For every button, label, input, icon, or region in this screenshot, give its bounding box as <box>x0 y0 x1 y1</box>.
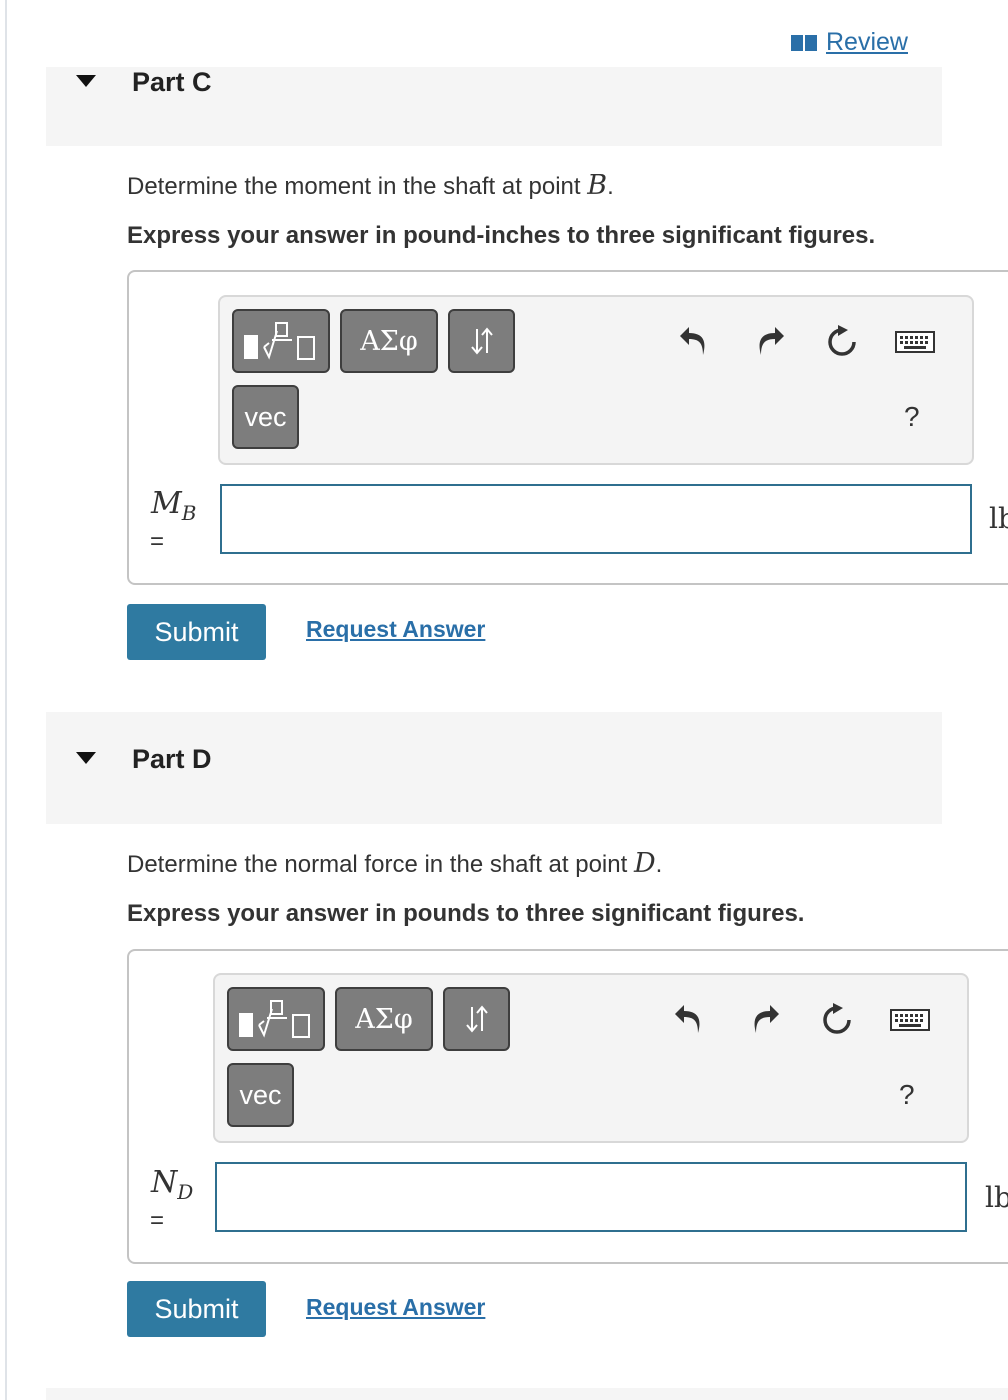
collapse-caret-icon[interactable] <box>76 752 96 764</box>
point-symbol: B <box>587 170 608 201</box>
reset-button[interactable] <box>817 1000 857 1040</box>
part-c-question: Determine the moment in the shaft at poi… <box>127 170 614 201</box>
redo-icon <box>754 1005 779 1033</box>
request-answer-link[interactable]: Request Answer <box>306 616 485 643</box>
question-period: . <box>655 851 663 878</box>
part-d-instruction: Express your answer in pounds to three s… <box>127 900 805 927</box>
reset-icon <box>823 1003 851 1034</box>
unit-label: lb <box>989 502 1008 535</box>
submit-button[interactable]: Submit <box>127 1281 266 1337</box>
vec-button[interactable]: vec <box>227 1063 294 1127</box>
redo-button[interactable] <box>750 322 790 362</box>
variable-subscript: B <box>181 501 197 525</box>
equals-sign: = <box>150 528 165 555</box>
templates-button[interactable] <box>232 309 330 373</box>
variable-symbol: N <box>151 1165 178 1200</box>
undo-button[interactable] <box>674 322 714 362</box>
part-d-header[interactable]: Part D <box>46 712 942 824</box>
undo-icon <box>675 1005 700 1033</box>
keyboard-button[interactable] <box>888 1000 932 1040</box>
templates-button[interactable] <box>227 987 325 1051</box>
part-c-header[interactable]: Part C <box>46 67 942 146</box>
redo-icon <box>759 327 784 355</box>
fraction-sqrt-icon <box>244 322 315 360</box>
greek-symbols-button[interactable]: ΑΣφ <box>335 987 433 1051</box>
request-answer-link[interactable]: Request Answer <box>306 1294 485 1321</box>
help-button[interactable]: ? <box>899 1079 915 1111</box>
part-d-question: Determine the normal force in the shaft … <box>127 848 662 879</box>
answer-input[interactable] <box>215 1162 967 1232</box>
undo-button[interactable] <box>669 1000 709 1040</box>
collapse-caret-icon[interactable] <box>76 75 96 87</box>
submit-button[interactable]: Submit <box>127 604 266 660</box>
left-border <box>5 0 7 1400</box>
question-text: Determine the moment in the shaft at poi… <box>127 173 581 200</box>
answer-input[interactable] <box>220 484 972 554</box>
keyboard-button[interactable] <box>893 322 937 362</box>
review-label[interactable]: Review <box>826 28 908 57</box>
up-down-arrows-icon <box>470 327 493 355</box>
unit-label: lb <box>985 1181 1008 1214</box>
point-symbol: D <box>633 848 656 879</box>
review-link[interactable]: Review <box>790 28 908 57</box>
variable-label: ND <box>151 1165 193 1204</box>
keyboard-icon <box>895 331 935 353</box>
question-period: . <box>607 173 614 200</box>
fraction-sqrt-icon <box>239 1000 310 1038</box>
greek-symbols-button[interactable]: ΑΣφ <box>340 309 438 373</box>
variable-symbol: M <box>151 486 182 521</box>
math-toolbar: ΑΣφ vec ? <box>213 973 969 1143</box>
part-c-answer-box: ΑΣφ vec ? MB = lb <box>127 270 1008 585</box>
math-toolbar: ΑΣφ vec ? <box>218 295 974 465</box>
variable-label: MB <box>151 486 196 525</box>
equals-sign: = <box>150 1207 165 1234</box>
part-c-instruction: Express your answer in pound-inches to t… <box>127 222 876 249</box>
variable-subscript: D <box>177 1180 194 1204</box>
redo-button[interactable] <box>745 1000 785 1040</box>
arrows-button[interactable] <box>448 309 515 373</box>
next-part-header <box>46 1388 1008 1400</box>
vec-button[interactable]: vec <box>232 385 299 449</box>
part-d-answer-box: ΑΣφ vec ? ND = lb <box>127 949 1008 1264</box>
part-c-title: Part C <box>132 67 212 97</box>
question-text: Determine the normal force in the shaft … <box>127 851 628 878</box>
keyboard-icon <box>890 1009 930 1031</box>
up-down-arrows-icon <box>465 1005 488 1033</box>
part-d-title: Part D <box>132 744 212 774</box>
undo-icon <box>680 327 705 355</box>
book-icon <box>791 34 817 51</box>
help-button[interactable]: ? <box>904 401 920 433</box>
arrows-button[interactable] <box>443 987 510 1051</box>
reset-icon <box>828 325 856 356</box>
reset-button[interactable] <box>822 322 862 362</box>
